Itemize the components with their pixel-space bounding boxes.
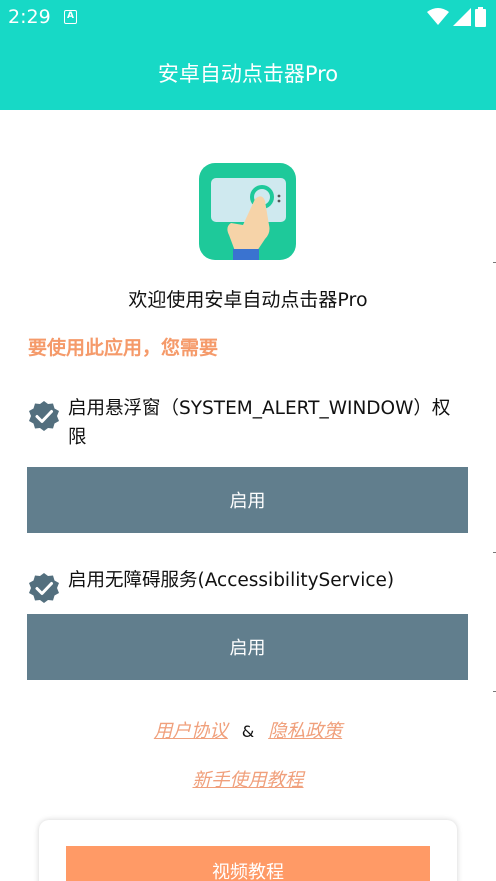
status-time: 2:29 xyxy=(8,6,51,28)
welcome-text: 欢迎使用安卓自动点击器Pro xyxy=(128,289,368,311)
requirements-heading: 要使用此应用，您需要 xyxy=(28,337,219,359)
beginner-tutorial-link[interactable]: 新手使用教程 xyxy=(192,770,303,791)
permission-accessibility-label: 启用无障碍服务(AccessibilityService) xyxy=(68,570,395,591)
permission-overlay-label: 启用悬浮窗（SYSTEM_ALERT_WINDOW）权限 xyxy=(68,398,451,448)
status-icons xyxy=(427,7,486,27)
battery-icon xyxy=(475,7,486,27)
check-badge-icon xyxy=(29,573,59,603)
legal-links: 用户协议 & 隐私政策 xyxy=(0,717,496,743)
page-title: 安卓自动点击器Pro xyxy=(157,62,339,86)
permission-accessibility: 启用无障碍服务(AccessibilityService) xyxy=(28,566,468,604)
app-logo-icon xyxy=(199,163,296,260)
app-header: 2:29 A 安卓自动点击器Pro xyxy=(0,0,496,110)
tutorial-link-row: 新手使用教程 xyxy=(0,766,496,792)
check-badge-icon xyxy=(29,401,59,431)
wifi-icon xyxy=(427,8,449,25)
permission-overlay: 启用悬浮窗（SYSTEM_ALERT_WINDOW）权限 xyxy=(28,394,468,452)
ampersand: & xyxy=(241,722,255,741)
notification-icon: A xyxy=(64,10,77,24)
enable-accessibility-button[interactable]: 启用 xyxy=(27,614,468,680)
enable-overlay-button[interactable]: 启用 xyxy=(27,467,468,533)
status-bar: 2:29 A xyxy=(0,0,496,34)
signal-icon xyxy=(453,8,471,26)
privacy-policy-link[interactable]: 隐私政策 xyxy=(268,721,342,742)
video-tutorial-button[interactable]: 视频教程 xyxy=(66,846,430,881)
user-agreement-link[interactable]: 用户协议 xyxy=(154,721,228,742)
